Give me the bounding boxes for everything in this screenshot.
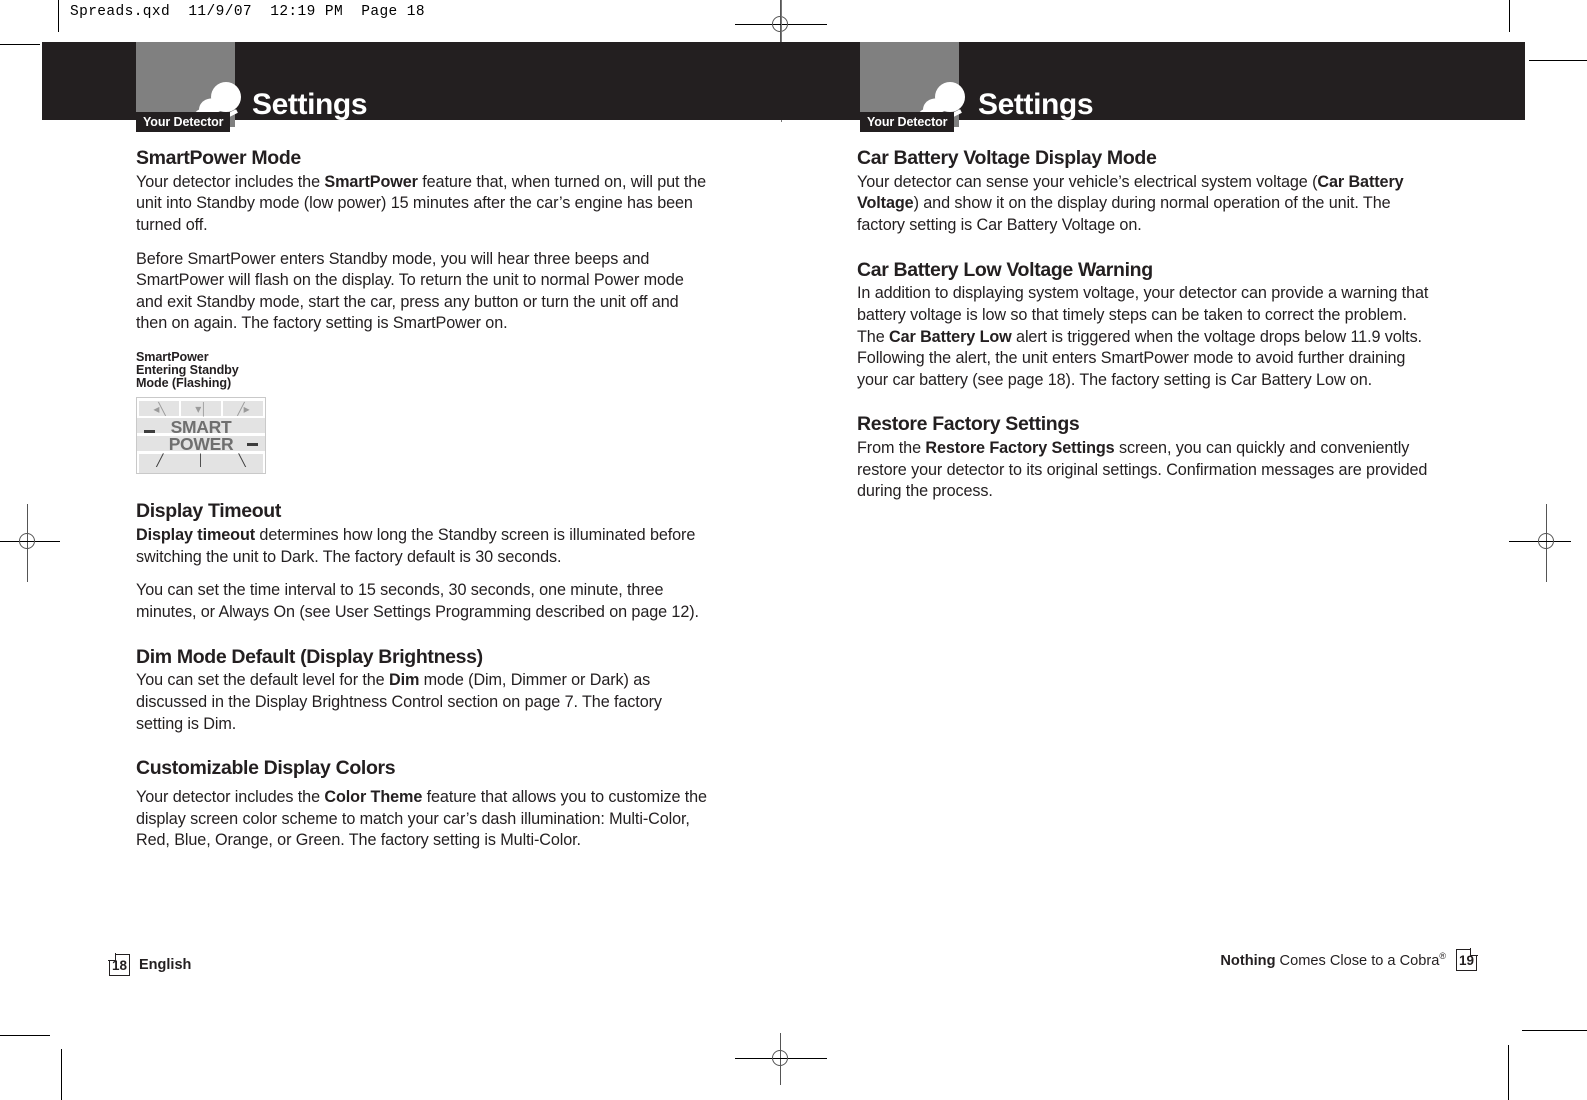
lcd-message: SMART POWER [137, 417, 265, 454]
figure-smartpower-display: SmartPower Entering Standby Mode (Flashing… [136, 349, 268, 475]
paragraph: Display timeout determines how long the … [136, 526, 696, 566]
figure-caption: SmartPower Entering Standby Mode (Flashing… [136, 349, 239, 390]
paragraph: From the Restore Factory Settings screen… [857, 439, 1428, 501]
tagline-rest: Comes Close to a Cobra [1275, 952, 1440, 969]
lcd-arrow-right: ╱▸ [223, 401, 263, 417]
right-page-content: Car Battery Voltage Display Mode Your de… [857, 147, 1429, 515]
tagline-bold-word: Nothing [1220, 952, 1276, 969]
lcd-message-line2: POWER [168, 433, 234, 454]
chapter-badge-label-left: Your Detector [136, 112, 231, 132]
footer-language-label: English [139, 957, 192, 973]
brand-tagline: Nothing Comes Close to a Cobra® [1220, 951, 1446, 969]
section-heading-smartpower-mode: SmartPower Mode [136, 147, 301, 169]
detector-lcd-screen: ◂╲ ▾│ ╱▸ SMART POWER ╱ │ ╲ [136, 397, 266, 475]
paragraph: Your detector includes the Color Theme f… [136, 788, 707, 850]
lcd-dash-left [144, 430, 155, 434]
lcd-band-foot [139, 467, 263, 474]
lcd-mark-1: ╱ [155, 454, 164, 469]
paragraph: You can set the time interval to 15 seco… [136, 581, 699, 621]
page-spread: Your Detector Settings Your Detector Set… [0, 0, 1587, 1100]
footer-right-page: Nothing Comes Close to a Cobra® 19 [1220, 948, 1478, 971]
page-number-left: 18 [108, 953, 130, 976]
paragraph: Before SmartPower enters Standby mode, y… [136, 249, 684, 333]
footer-left-page: 18 English [108, 953, 192, 976]
section-heading-customizable-display-colors: Customizable Display Colors [136, 757, 396, 780]
lcd-dash-right [247, 443, 258, 447]
left-page-content: SmartPower Mode Your detector includes t… [136, 147, 708, 864]
lcd-mark-2: │ [197, 453, 205, 468]
lcd-bottom-indicator-row: ╱ │ ╲ [139, 453, 263, 469]
section-heading-car-battery-low-voltage-warning: Car Battery Low Voltage Warning [857, 258, 1153, 281]
lcd-arrow-left: ◂╲ [139, 401, 179, 417]
page-title-right: Settings [978, 88, 1094, 121]
chapter-badge-label-right: Your Detector [860, 112, 955, 132]
section-heading-car-battery-voltage-display-mode: Car Battery Voltage Display Mode [857, 147, 1157, 169]
lcd-indicator-row: ◂╲ ▾│ ╱▸ [139, 401, 263, 417]
lcd-mark-3: ╲ [238, 454, 247, 469]
paragraph: You can set the default level for the Di… [136, 671, 662, 733]
section-heading-dim-mode-default: Dim Mode Default (Display Brightness) [136, 645, 483, 668]
paragraph: In addition to displaying system voltage… [857, 284, 1429, 389]
section-heading-display-timeout: Display Timeout [136, 500, 282, 523]
page-number-right: 19 [1456, 948, 1478, 971]
paragraph: Your detector can sense your vehicle’s e… [857, 172, 1404, 235]
paragraph: Your detector includes the SmartPower fe… [136, 172, 707, 235]
section-heading-restore-factory-settings: Restore Factory Settings [857, 413, 1080, 436]
registered-mark-icon: ® [1439, 951, 1446, 962]
page-title-left: Settings [252, 88, 368, 121]
lcd-arrow-center: ▾│ [181, 401, 221, 417]
